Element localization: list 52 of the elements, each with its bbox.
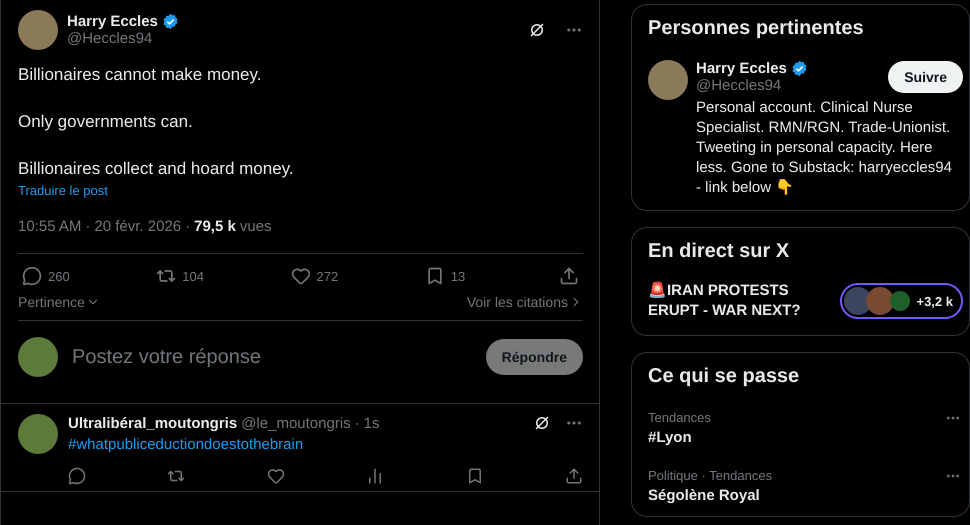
avatar — [866, 287, 894, 315]
views-label: vues — [240, 218, 272, 235]
post-text: Billionaires cannot make money. — [18, 64, 262, 85]
slashed-circle-icon[interactable] — [533, 414, 551, 432]
reply-button[interactable]: 260 — [22, 266, 142, 286]
reply-icon — [22, 266, 42, 286]
profile-bio: Personal account. Clinical Nurse Specialist. RMN/RGN. Trade-Unionist. Tweeting in personal capacity. Here less. Gone to Substack: harryeccles94 - link below 👇 — [696, 98, 953, 198]
hashtag-link[interactable]: #whatpubliceductiondoestothebrain — [68, 436, 583, 453]
trend-title[interactable]: #Lyon — [648, 429, 711, 446]
views-count: 79,5 k — [194, 218, 236, 235]
like-button[interactable]: 272 — [290, 266, 410, 286]
card-title: Personnes pertinentes — [648, 17, 865, 40]
author-name[interactable]: Ultralibéral_moutongris — [68, 414, 238, 432]
share-icon — [559, 266, 579, 286]
trend-category: Politique · Tendances — [648, 468, 772, 483]
post-time[interactable]: 1s — [364, 414, 380, 432]
separator-dot: · — [354, 414, 360, 432]
reply-icon[interactable] — [68, 467, 86, 485]
separator-dot: · — [85, 218, 90, 235]
separator-dot: · — [185, 218, 190, 235]
bookmark-button[interactable]: 13 — [424, 266, 545, 286]
heart-icon — [290, 266, 310, 286]
avatar[interactable] — [18, 10, 58, 50]
slashed-circle-icon[interactable] — [528, 21, 546, 39]
trend-category: Tendances — [648, 410, 711, 425]
avatar[interactable] — [18, 414, 58, 454]
quotes-link[interactable]: Voir les citations — [466, 294, 583, 310]
trend-title[interactable]: Ségolène Royal — [648, 487, 772, 504]
listener-count: +3,2 k — [916, 294, 953, 308]
share-button[interactable] — [559, 266, 579, 286]
share-icon[interactable] — [564, 467, 583, 485]
repost-button[interactable]: 104 — [156, 266, 276, 286]
post-time[interactable]: 10:55 AM — [18, 218, 82, 235]
avatar[interactable] — [648, 60, 688, 100]
follow-button[interactable]: Suivre — [888, 61, 963, 93]
author-handle[interactable]: @le_moutongris — [241, 414, 351, 432]
author-name[interactable]: Harry Eccles — [696, 60, 787, 77]
post-text: Billionaires collect and hoard money. — [18, 158, 295, 179]
author-handle[interactable]: @Heccles94 — [67, 30, 519, 47]
heart-icon[interactable] — [266, 467, 285, 485]
author-name[interactable]: Harry Eccles — [67, 13, 158, 30]
post-date[interactable]: 20 févr. 2026 — [94, 218, 182, 235]
post-text: Only governments can. — [18, 111, 194, 132]
avatar[interactable] — [18, 337, 58, 377]
card-title: Ce qui se passe — [648, 365, 800, 388]
card-title: En direct sur X — [648, 240, 790, 263]
live-event-title[interactable]: 🚨IRAN PROTESTS ERUPT - WAR NEXT? — [648, 281, 818, 321]
avatar — [890, 291, 910, 311]
author-handle[interactable]: @Heccles94 — [696, 77, 884, 94]
translate-link[interactable]: Traduire le post — [18, 183, 108, 198]
listeners-pill[interactable]: +3,2 k — [840, 283, 963, 319]
sort-dropdown[interactable]: Pertinence — [18, 294, 100, 310]
